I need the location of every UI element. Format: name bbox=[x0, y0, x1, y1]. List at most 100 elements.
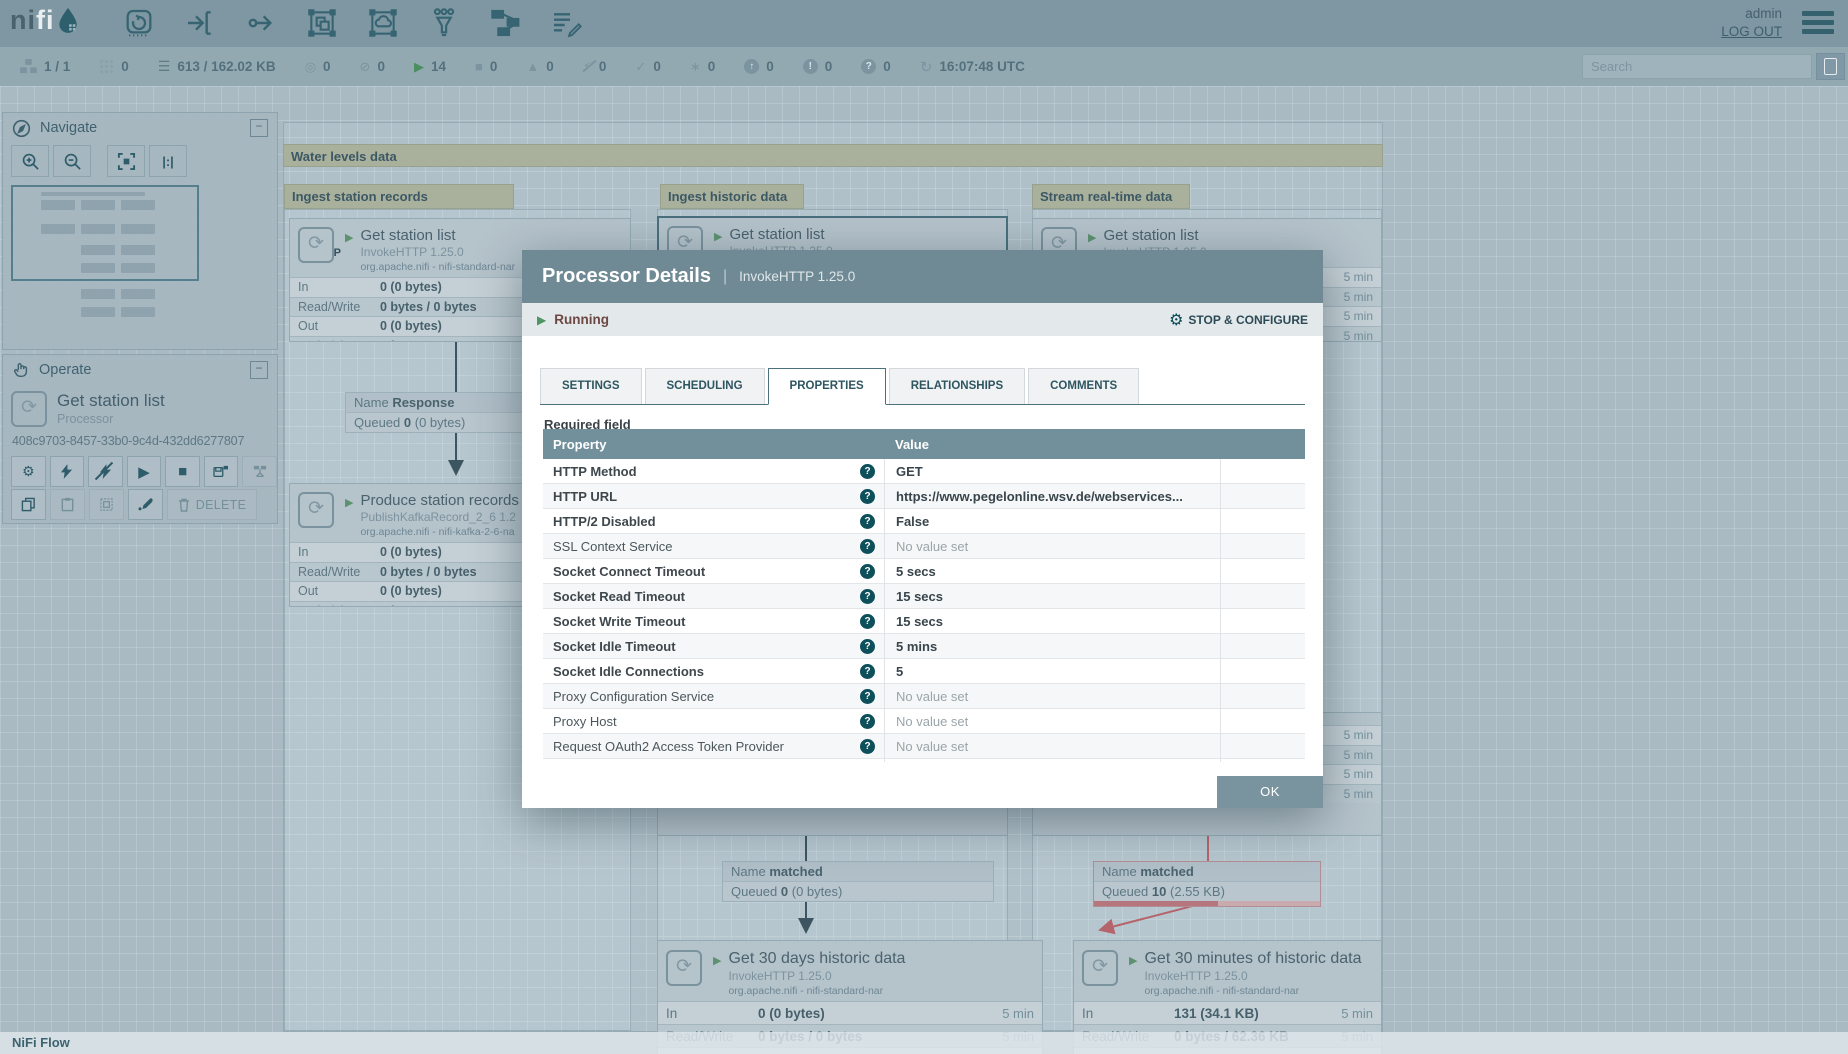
table-row: HTTP Method? GET bbox=[543, 459, 1305, 484]
label-ingest-historic-data[interactable]: Ingest historic data bbox=[660, 184, 804, 209]
help-icon[interactable]: ? bbox=[860, 488, 875, 504]
help-icon[interactable]: ? bbox=[860, 613, 875, 629]
zoom-actual-size-button[interactable]: |:| bbox=[149, 145, 187, 177]
running-state-icon: ▶ bbox=[713, 955, 722, 967]
label-ingest-station-records[interactable]: Ingest station records bbox=[284, 184, 514, 209]
template-icon[interactable] bbox=[488, 6, 522, 40]
input-port-icon[interactable] bbox=[183, 6, 217, 40]
connection-label-matched-1[interactable]: Name matched Queued 0 (0 bytes) bbox=[722, 861, 994, 902]
label-icon[interactable] bbox=[549, 6, 583, 40]
breadcrumb[interactable]: NiFi Flow bbox=[12, 1035, 70, 1050]
zoom-in-button[interactable] bbox=[11, 145, 49, 177]
flow-status-bar: 1 / 1 0 ☰ 613 / 162.02 KB ◎ 0 ⊘ 0 ▶ 14 ■ 0 ▲ 0… bbox=[0, 47, 1848, 86]
help-icon[interactable]: ? bbox=[860, 713, 875, 729]
configure-button[interactable]: ⚙ bbox=[11, 456, 46, 487]
zoom-out-button[interactable] bbox=[53, 145, 91, 177]
help-icon[interactable]: ? bbox=[860, 463, 875, 479]
label-stream-real-time-data[interactable]: Stream real-time data bbox=[1032, 184, 1190, 209]
help-icon[interactable]: ? bbox=[860, 688, 875, 704]
table-header: Property Value bbox=[543, 429, 1305, 459]
change-color-button[interactable] bbox=[128, 489, 163, 520]
last-refresh[interactable]: ↻ 16:07:48 UTC bbox=[920, 58, 1025, 76]
funnel-icon[interactable] bbox=[427, 6, 461, 40]
remote-process-group-icon[interactable] bbox=[366, 6, 400, 40]
selection-name: Get station list bbox=[57, 391, 165, 410]
help-icon[interactable]: ? bbox=[860, 538, 875, 554]
primary-node-badge: P bbox=[333, 247, 341, 259]
revert-flow-version-button[interactable] bbox=[242, 456, 278, 487]
output-port-icon[interactable] bbox=[244, 6, 278, 40]
process-group-icon[interactable] bbox=[305, 6, 339, 40]
component-toolbar bbox=[122, 6, 583, 40]
global-menu-icon[interactable] bbox=[1802, 11, 1834, 38]
help-icon[interactable]: ? bbox=[860, 663, 875, 679]
status-up-to-date: ✓ 0 bbox=[635, 58, 661, 75]
table-row: HTTP URL? https://www.pegelonline.wsv.de/… bbox=[543, 484, 1305, 509]
tab-comments[interactable]: COMMENTS bbox=[1028, 368, 1140, 404]
paste-button[interactable] bbox=[50, 489, 85, 520]
running-state-icon: ▶ bbox=[345, 497, 354, 509]
processor-type: InvokeHTTP 1.25.0 bbox=[728, 969, 832, 983]
help-icon[interactable]: ? bbox=[860, 563, 875, 579]
selection-type: Processor bbox=[57, 412, 114, 426]
ok-button[interactable]: OK bbox=[1217, 776, 1323, 808]
navigate-title: Navigate bbox=[40, 120, 98, 136]
processor-icon: ⟳ bbox=[298, 492, 334, 528]
tab-scheduling[interactable]: SCHEDULING bbox=[644, 368, 765, 404]
help-icon[interactable]: ? bbox=[860, 738, 875, 754]
zoom-fit-button[interactable] bbox=[107, 145, 145, 177]
save-flow-version-button[interactable] bbox=[203, 456, 239, 487]
processor-type: PublishKafkaRecord_2_6 1.2 bbox=[360, 510, 516, 524]
table-row: Proxy Configuration Service? No value set bbox=[543, 684, 1305, 709]
running-state-icon: ▶ bbox=[714, 231, 723, 243]
disable-button[interactable] bbox=[88, 456, 123, 487]
status-stopped: ■ 0 bbox=[475, 59, 498, 74]
search-input[interactable] bbox=[1582, 54, 1812, 79]
minimap-overflow bbox=[3, 281, 277, 321]
cluster-icon bbox=[20, 59, 37, 74]
tab-settings[interactable]: SETTINGS bbox=[540, 368, 642, 404]
collapse-icon[interactable]: − bbox=[250, 119, 268, 137]
logout-link[interactable]: LOG OUT bbox=[1721, 24, 1782, 39]
refresh-icon[interactable]: ↻ bbox=[920, 58, 933, 76]
selection-id: 408c9703-8457-33b0-9c4d-432dd6277807 bbox=[12, 434, 245, 448]
processor-icon: ⟳ P bbox=[298, 227, 341, 263]
delete-label: DELETE bbox=[195, 497, 247, 512]
disabled-icon: ⚡ bbox=[582, 58, 592, 74]
start-button[interactable]: ▶ bbox=[126, 456, 162, 487]
tab-relationships[interactable]: RELATIONSHIPS bbox=[888, 368, 1026, 404]
help-icon[interactable]: ? bbox=[860, 638, 875, 654]
stop-and-configure-button[interactable]: ⚙ STOP & CONFIGURE bbox=[1169, 310, 1308, 330]
copy-button[interactable] bbox=[11, 489, 46, 520]
transmitting-icon: ◎ bbox=[304, 58, 317, 74]
running-state-icon: ▶ bbox=[345, 232, 354, 244]
connection-label-matched-2[interactable]: Name matched Queued 10 (2.55 KB) bbox=[1093, 861, 1321, 907]
birdseye-minimap[interactable] bbox=[11, 185, 199, 281]
label-water-levels-data[interactable]: Water levels data bbox=[283, 144, 1383, 167]
status-sync-failure: ? 0 bbox=[861, 59, 891, 74]
help-icon[interactable]: ? bbox=[860, 588, 875, 604]
operate-palette: Operate − ⟳ Get station list Processor 4… bbox=[2, 354, 278, 524]
processor-icon: ⟳ bbox=[666, 950, 702, 986]
dialog-status-bar: ▶ Running ⚙ STOP & CONFIGURE bbox=[522, 303, 1323, 336]
delete-button[interactable]: DELETE bbox=[167, 489, 257, 520]
window-icon bbox=[1824, 58, 1837, 75]
status-invalid: ▲ 0 bbox=[526, 59, 554, 74]
processor-icon[interactable] bbox=[122, 6, 156, 40]
help-icon[interactable]: ? bbox=[860, 513, 875, 529]
new-window-button[interactable] bbox=[1816, 53, 1845, 80]
property-column-header: Property bbox=[553, 436, 607, 452]
stop-button[interactable]: ■ bbox=[165, 456, 200, 487]
collapse-icon[interactable]: − bbox=[250, 361, 268, 379]
table-row: Proxy Host? No value set bbox=[543, 709, 1305, 734]
enable-button[interactable] bbox=[49, 456, 85, 487]
tab-properties[interactable]: PROPERTIES bbox=[767, 368, 886, 405]
logo-text-fi: fi bbox=[36, 5, 55, 35]
value-column-header: Value bbox=[895, 436, 929, 452]
group-button[interactable] bbox=[89, 489, 124, 520]
processor-icon: ⟳ bbox=[1082, 950, 1118, 986]
processor-bundle: org.apache.nifi - nifi-standard-nar bbox=[1144, 985, 1300, 997]
running-icon: ▶ bbox=[413, 58, 424, 74]
dialog-title: Processor Details bbox=[542, 265, 711, 287]
processor-name: Get station list bbox=[1103, 227, 1199, 244]
